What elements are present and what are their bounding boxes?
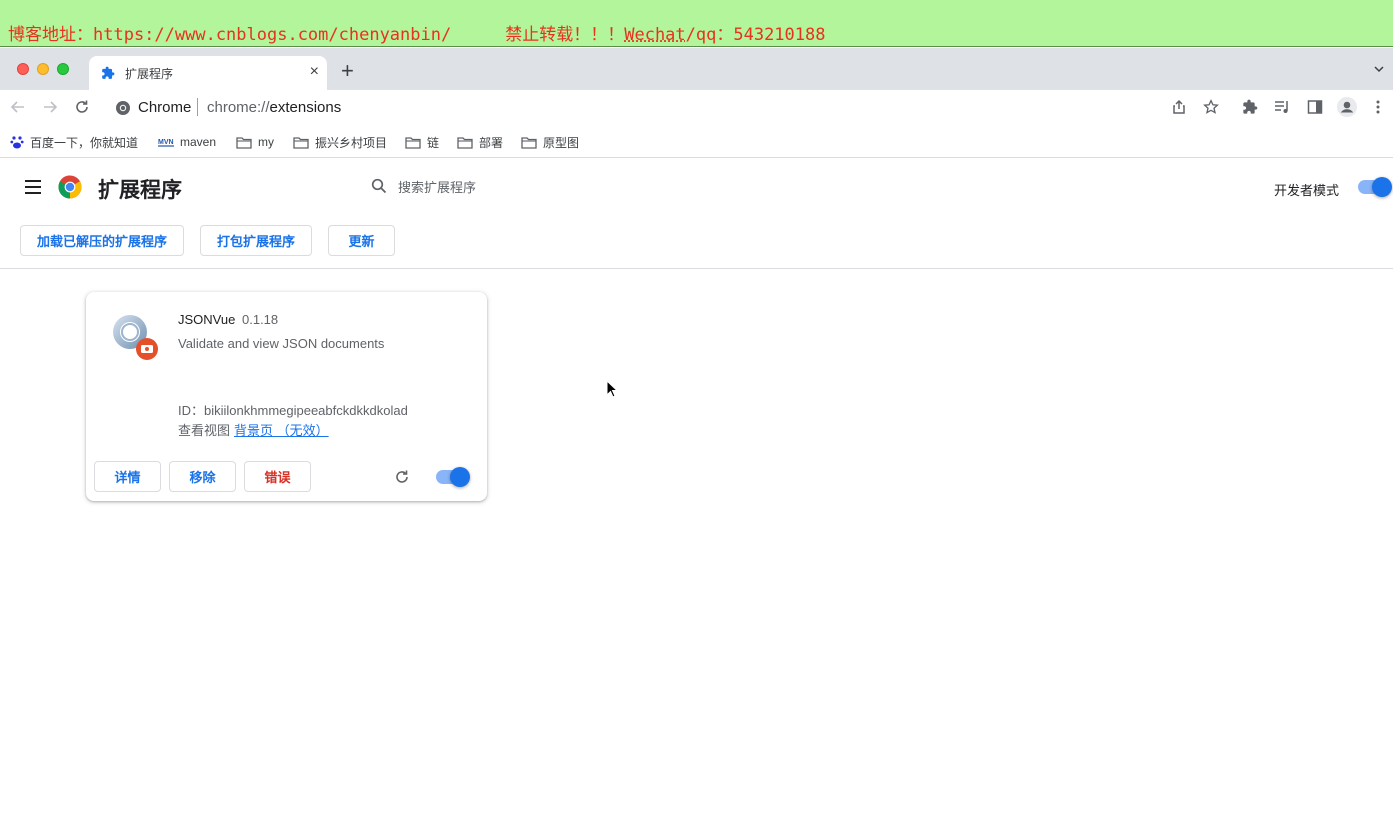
folder-icon xyxy=(457,136,473,149)
watermark-contact: /qq：543210188 xyxy=(685,25,826,45)
reload-extension-icon[interactable] xyxy=(394,469,410,490)
new-tab-button[interactable]: + xyxy=(341,60,354,82)
baidu-icon xyxy=(10,136,24,149)
profile-avatar-icon[interactable] xyxy=(1337,97,1357,122)
update-button[interactable]: 更新 xyxy=(328,225,395,256)
load-unpacked-button[interactable]: 加载已解压的扩展程序 xyxy=(20,225,184,256)
url-path: extensions xyxy=(269,99,342,116)
tab-close-icon[interactable]: × xyxy=(310,64,319,80)
bookmark-label: 部署 xyxy=(479,135,504,150)
extension-card: JSONVue 0.1.18 Validate and view JSON do… xyxy=(86,292,487,501)
tab-strip: 扩展程序 × + xyxy=(0,48,1393,90)
bookmark-maven[interactable]: MVN maven xyxy=(158,132,216,152)
errors-button[interactable]: 错误 xyxy=(244,461,311,492)
back-arrow-icon[interactable] xyxy=(10,99,26,120)
extensions-header: 扩展程序 开发者模式 加载已解压的扩展程序 打包扩展程序 更新 xyxy=(0,159,1393,269)
extension-description: Validate and view JSON documents xyxy=(178,336,385,351)
tab-title: 扩展程序 xyxy=(125,67,174,81)
toggle-knob xyxy=(1372,177,1392,197)
watermark-notice: 禁止转载！！！ xyxy=(505,25,625,45)
omnibox-url[interactable]: chrome://extensions xyxy=(207,99,341,116)
bookmark-baidu[interactable]: 百度一下，你就知道 xyxy=(10,132,138,152)
watermark-contact-prefix: Wechat xyxy=(624,25,686,45)
extension-version: 0.1.18 xyxy=(242,312,279,327)
reload-icon[interactable] xyxy=(74,99,90,120)
bookmark-folder-my[interactable]: my xyxy=(236,132,274,152)
svg-text:MVN: MVN xyxy=(158,139,174,146)
remove-button[interactable]: 移除 xyxy=(169,461,236,492)
maven-icon: MVN xyxy=(158,139,174,147)
share-icon[interactable] xyxy=(1171,99,1187,120)
bookmark-folder-rural[interactable]: 振兴乡村项目 xyxy=(293,132,387,152)
bookmark-label: 振兴乡村项目 xyxy=(315,135,388,150)
bookmark-label: 百度一下，你就知道 xyxy=(30,135,139,150)
bookmark-star-icon[interactable] xyxy=(1203,99,1219,120)
folder-icon xyxy=(293,136,309,149)
window-zoom-button[interactable] xyxy=(57,63,69,75)
folder-icon xyxy=(521,136,537,149)
omnibox-separator xyxy=(197,98,198,116)
omnibox-site-label: Chrome xyxy=(138,99,192,116)
bookmark-label: maven xyxy=(180,135,217,149)
extension-name: JSONVue xyxy=(178,312,236,327)
bookmark-label: my xyxy=(258,135,274,149)
forward-arrow-icon[interactable] xyxy=(42,99,58,120)
bookmark-folder-deploy[interactable]: 部署 xyxy=(457,132,503,152)
dev-mode-label: 开发者模式 xyxy=(1274,183,1340,198)
watermark-text: 博客地址：https://www.cnblogs.com/chenyanbin/… xyxy=(8,20,825,45)
search-icon xyxy=(371,178,387,199)
tab-search-chevron-icon[interactable] xyxy=(1373,62,1385,80)
search-extensions-input[interactable] xyxy=(398,174,698,200)
extension-id: bikiilonkhmmegipeeabfckdkkdkolad xyxy=(204,403,408,418)
jsonvue-extension-icon xyxy=(110,312,160,367)
folder-icon xyxy=(405,136,421,149)
mouse-cursor-icon xyxy=(606,379,619,403)
window-close-button[interactable] xyxy=(17,63,29,75)
reading-list-icon[interactable] xyxy=(1274,99,1290,120)
extensions-puzzle-icon[interactable] xyxy=(1242,99,1258,120)
bookmark-label: 链 xyxy=(427,135,440,150)
pack-extension-button[interactable]: 打包扩展程序 xyxy=(200,225,312,256)
bookmark-label: 原型图 xyxy=(543,135,580,150)
watermark-blog: 博客地址：https://www.cnblogs.com/chenyanbin/ xyxy=(8,25,452,45)
dev-mode-toggle[interactable] xyxy=(1358,177,1392,197)
url-scheme: chrome:// xyxy=(207,99,270,116)
bookmark-folder-prototype[interactable]: 原型图 xyxy=(521,132,579,152)
watermark-banner: 博客地址：https://www.cnblogs.com/chenyanbin/… xyxy=(0,0,1393,47)
chrome-logo-icon xyxy=(58,175,82,204)
folder-icon xyxy=(236,136,252,149)
bookmarks-bar: 百度一下，你就知道 MVN maven my 振兴乡村项目 链 部署 原型图 xyxy=(0,126,1393,158)
extension-id-label: ID： xyxy=(178,403,205,418)
extension-enable-toggle[interactable] xyxy=(436,467,470,487)
puzzle-icon xyxy=(101,66,115,85)
chrome-site-icon xyxy=(115,100,131,121)
inspect-views-row: 查看视图 背景页 （无效） xyxy=(178,420,329,439)
details-button[interactable]: 详情 xyxy=(94,461,161,492)
inspect-views-label: 查看视图 xyxy=(178,423,231,438)
hamburger-menu-icon[interactable] xyxy=(24,179,42,200)
extension-id-row: ID：bikiilonkhmmegipeeabfckdkkdkolad xyxy=(178,400,408,419)
kebab-menu-icon[interactable] xyxy=(1374,99,1382,120)
window-minimize-button[interactable] xyxy=(37,63,49,75)
toggle-knob xyxy=(450,467,470,487)
bookmark-folder-chain[interactable]: 链 xyxy=(405,132,439,152)
side-panel-icon[interactable] xyxy=(1307,99,1323,120)
browser-toolbar: Chrome chrome://extensions xyxy=(0,90,1393,126)
page-title: 扩展程序 xyxy=(98,179,182,202)
background-page-link[interactable]: 背景页 （无效） xyxy=(234,423,329,438)
tab-extensions[interactable]: 扩展程序 × xyxy=(89,56,327,90)
